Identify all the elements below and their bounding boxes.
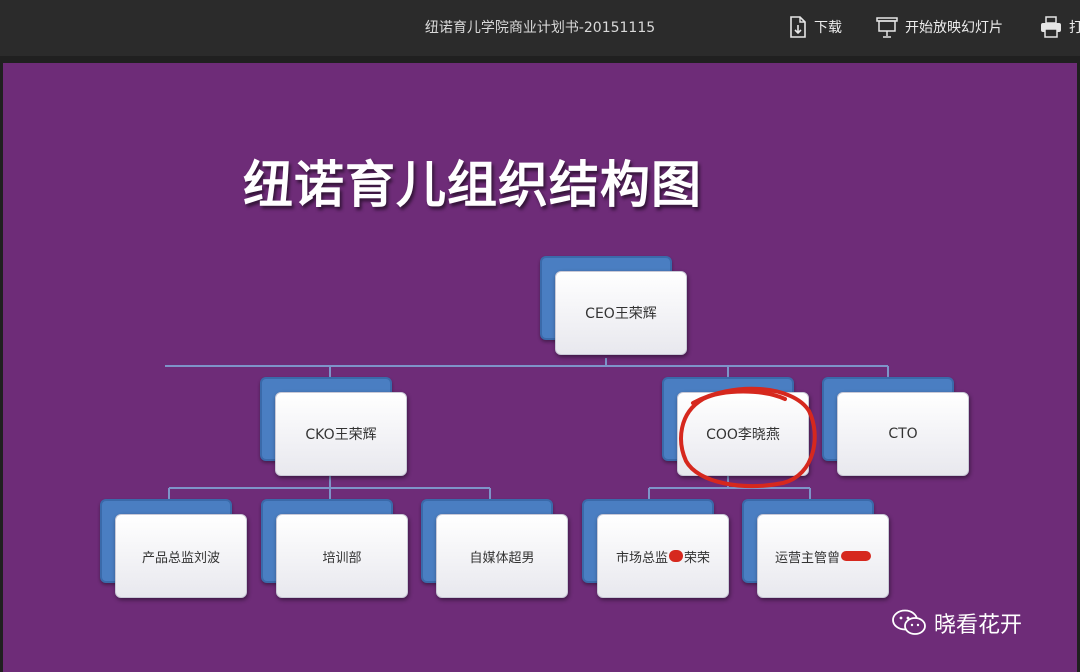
org-node-marketing-text: 市场总监 荣荣	[597, 514, 729, 598]
watermark-text: 晓看花开	[934, 613, 1023, 638]
org-node-ceo-label: CEO王荣辉	[555, 271, 687, 355]
wechat-icon	[892, 609, 926, 635]
org-node-training-label: 培训部	[276, 514, 408, 598]
org-node-marketing-suffix: 荣荣	[684, 550, 711, 566]
print-label: 打	[1069, 20, 1080, 36]
print-button[interactable]: 打	[1040, 14, 1080, 40]
top-toolbar: 纽诺育儿学院商业计划书-20151115 下载 开始放映幻灯片 打	[0, 0, 1080, 56]
org-node-cto: CTO	[822, 377, 969, 476]
org-node-training-dept: 培训部	[261, 499, 408, 598]
org-node-marketing-director: 市场总监 荣荣	[582, 499, 729, 598]
start-slideshow-button[interactable]: 开始放映幻灯片	[876, 14, 1003, 40]
org-node-cto-label: CTO	[837, 392, 969, 476]
redaction-scribble	[669, 550, 683, 562]
org-node-cko-label: CKO王荣辉	[275, 392, 407, 476]
org-node-marketing-label: 市场总监	[615, 550, 668, 566]
org-node-self-media: 自媒体超男	[421, 499, 568, 598]
wechat-watermark: 晓看花开	[892, 607, 1022, 639]
slide: 纽诺育儿组织结构图 CEO王荣辉 CKO王荣辉 COO李晓燕 CTO 产品总监刘…	[3, 63, 1077, 672]
org-node-operations-manager: 运营主管曾	[742, 499, 889, 598]
printer-icon	[1041, 16, 1061, 38]
projector-screen-icon	[876, 17, 898, 38]
org-node-operations-text: 运营主管曾	[757, 514, 889, 598]
org-node-operations-label: 运营主管曾	[774, 550, 840, 566]
org-node-cko: CKO王荣辉	[260, 377, 407, 476]
download-button[interactable]: 下载	[789, 14, 842, 40]
download-icon	[790, 16, 806, 38]
org-node-coo: COO李晓燕	[662, 377, 809, 476]
slide-viewer: 纽诺育儿组织结构图 CEO王荣辉 CKO王荣辉 COO李晓燕 CTO 产品总监刘…	[0, 56, 1080, 672]
org-node-ceo: CEO王荣辉	[540, 256, 687, 355]
redaction-scribble	[841, 551, 871, 561]
slideshow-label: 开始放映幻灯片	[905, 20, 1003, 36]
download-label: 下载	[814, 20, 842, 36]
org-node-coo-label: COO李晓燕	[677, 392, 809, 476]
org-node-product-label: 产品总监刘波	[115, 514, 247, 598]
org-node-media-label: 自媒体超男	[436, 514, 568, 598]
org-node-product-director: 产品总监刘波	[100, 499, 247, 598]
